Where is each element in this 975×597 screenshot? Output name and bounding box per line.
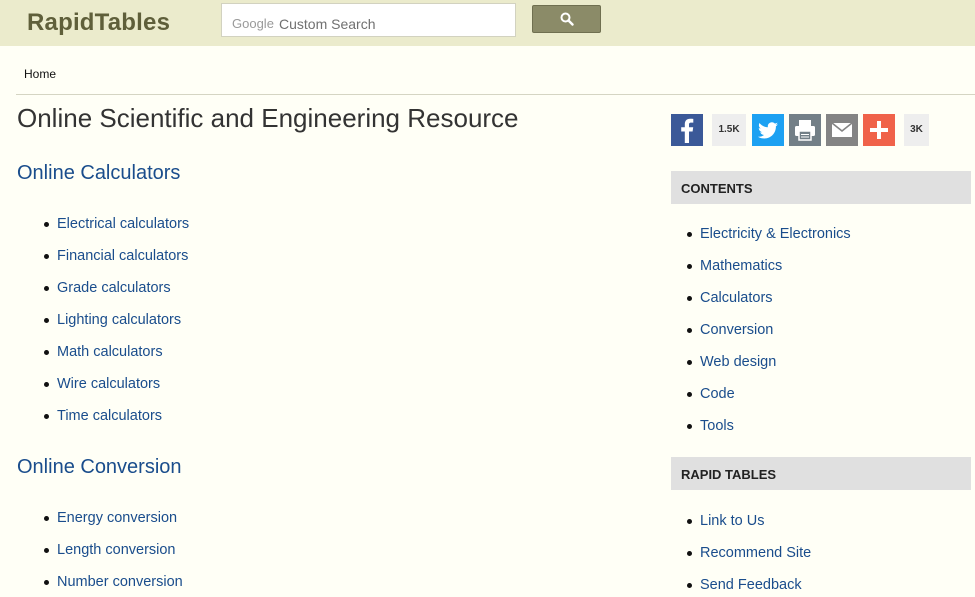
- list-item[interactable]: Grade calculators: [44, 278, 171, 298]
- list-item[interactable]: Link to Us: [687, 511, 764, 531]
- bullet-icon: [687, 424, 692, 429]
- list-item[interactable]: Energy conversion: [44, 508, 177, 528]
- facebook-icon: [671, 114, 703, 146]
- list-item[interactable]: Send Feedback: [687, 575, 802, 595]
- bullet-icon: [44, 286, 49, 291]
- bullet-icon: [687, 583, 692, 588]
- link-text[interactable]: Mathematics: [700, 258, 782, 274]
- facebook-share-count: 1.5K: [712, 114, 746, 146]
- bullet-icon: [687, 360, 692, 365]
- link-text[interactable]: Wire calculators: [57, 376, 160, 392]
- link-text[interactable]: Electrical calculators: [57, 216, 189, 232]
- contents-heading: CONTENTS: [671, 171, 971, 204]
- list-item[interactable]: Electricity & Electronics: [687, 224, 851, 244]
- link-text[interactable]: Conversion: [700, 322, 773, 338]
- page-title: Online Scientific and Engineering Resour…: [17, 103, 519, 133]
- link-text[interactable]: Energy conversion: [57, 510, 177, 526]
- bullet-icon: [687, 519, 692, 524]
- bullet-icon: [44, 414, 49, 419]
- total-share-count: 3K: [904, 114, 929, 146]
- link-text[interactable]: Time calculators: [57, 408, 162, 424]
- link-text[interactable]: Web design: [700, 354, 776, 370]
- site-logo[interactable]: RapidTables: [27, 9, 170, 37]
- bullet-icon: [687, 264, 692, 269]
- list-item[interactable]: Number conversion: [44, 572, 183, 592]
- link-text[interactable]: Financial calculators: [57, 248, 188, 264]
- bullet-icon: [44, 222, 49, 227]
- bullet-icon: [44, 548, 49, 553]
- list-item[interactable]: Recommend Site: [687, 543, 811, 563]
- bullet-icon: [687, 392, 692, 397]
- link-text[interactable]: Send Feedback: [700, 577, 802, 593]
- facebook-share-button[interactable]: [671, 114, 703, 146]
- link-text[interactable]: Calculators: [700, 290, 773, 306]
- bullet-icon: [44, 516, 49, 521]
- bullet-icon: [44, 318, 49, 323]
- rapid-tables-heading: RAPID TABLES: [671, 457, 971, 490]
- list-item[interactable]: Time calculators: [44, 406, 162, 426]
- print-icon: [789, 114, 821, 146]
- list-item[interactable]: Calculators: [687, 288, 773, 308]
- link-text[interactable]: Lighting calculators: [57, 312, 181, 328]
- plus-icon: [863, 114, 895, 146]
- rapid-tables-title: RAPID TABLES: [681, 467, 777, 482]
- link-text[interactable]: Length conversion: [57, 542, 176, 558]
- bullet-icon: [44, 254, 49, 259]
- bullet-icon: [687, 328, 692, 333]
- more-share-button[interactable]: [863, 114, 895, 146]
- link-text[interactable]: Number conversion: [57, 574, 183, 590]
- list-item[interactable]: Wire calculators: [44, 374, 160, 394]
- search-placeholder: Custom Search: [279, 16, 376, 32]
- bullet-icon: [44, 580, 49, 585]
- search-brand: Google: [232, 16, 274, 31]
- print-button[interactable]: [789, 114, 821, 146]
- twitter-icon: [752, 114, 784, 146]
- top-header: RapidTables Google Custom Search: [0, 0, 975, 46]
- magnifier-icon: [560, 12, 574, 26]
- list-item[interactable]: Length conversion: [44, 540, 176, 560]
- list-item[interactable]: Math calculators: [44, 342, 163, 362]
- link-text[interactable]: Grade calculators: [57, 280, 171, 296]
- breadcrumb: Home: [16, 56, 975, 95]
- breadcrumb-home[interactable]: Home: [24, 67, 56, 81]
- link-text[interactable]: Code: [700, 386, 735, 402]
- list-item[interactable]: Lighting calculators: [44, 310, 181, 330]
- bullet-icon: [687, 232, 692, 237]
- email-icon: [826, 114, 858, 146]
- contents-title: CONTENTS: [681, 181, 753, 196]
- list-item[interactable]: Conversion: [687, 320, 773, 340]
- section-title-conversion[interactable]: Online Conversion: [17, 456, 182, 479]
- list-item[interactable]: Electrical calculators: [44, 214, 189, 234]
- search-input[interactable]: Google Custom Search: [221, 3, 516, 37]
- list-item[interactable]: Financial calculators: [44, 246, 188, 266]
- list-item[interactable]: Mathematics: [687, 256, 782, 276]
- link-text[interactable]: Electricity & Electronics: [700, 226, 851, 242]
- bullet-icon: [44, 350, 49, 355]
- link-text[interactable]: Math calculators: [57, 344, 163, 360]
- link-text[interactable]: Recommend Site: [700, 545, 811, 561]
- bullet-icon: [687, 551, 692, 556]
- list-item[interactable]: Code: [687, 384, 735, 404]
- list-item[interactable]: Tools: [687, 416, 734, 436]
- section-title-calculators[interactable]: Online Calculators: [17, 162, 180, 185]
- link-text[interactable]: Tools: [700, 418, 734, 434]
- search-button[interactable]: [532, 5, 601, 33]
- bullet-icon: [44, 382, 49, 387]
- email-share-button[interactable]: [826, 114, 858, 146]
- bullet-icon: [687, 296, 692, 301]
- link-text[interactable]: Link to Us: [700, 513, 764, 529]
- twitter-share-button[interactable]: [752, 114, 784, 146]
- list-item[interactable]: Web design: [687, 352, 776, 372]
